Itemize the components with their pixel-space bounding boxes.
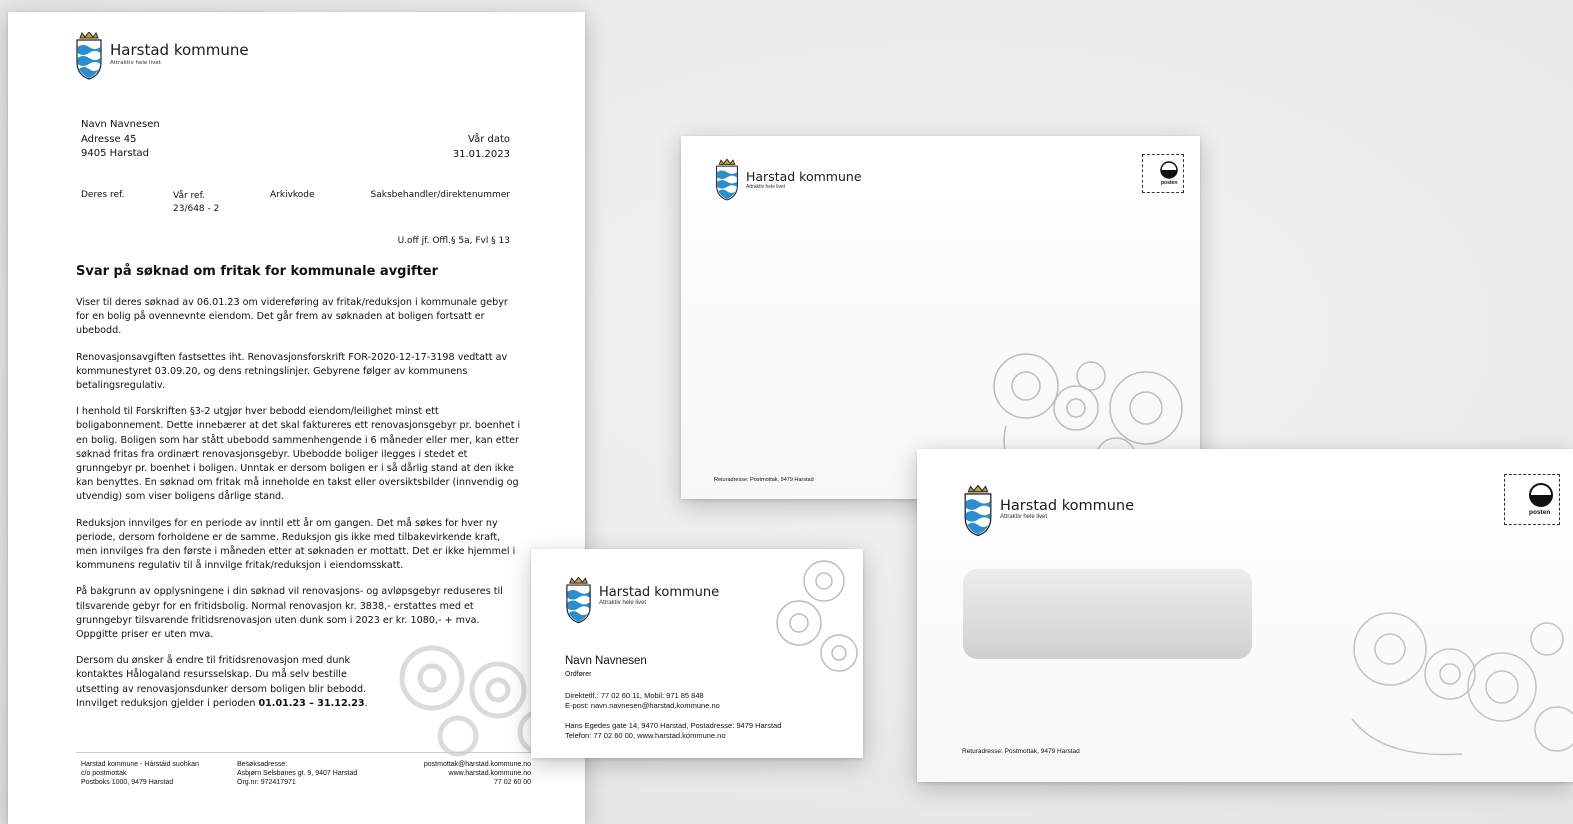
posten-logo-icon: [1160, 161, 1178, 179]
return-address: Returadresse: Postmottak, 9479 Harstad: [962, 748, 1080, 755]
recipient-name: Navn Navnesen: [81, 119, 160, 130]
envelope-small: Harstad kommune Attraktiv hele livet pos…: [681, 136, 1200, 499]
uoff-note: U.off jf. Offl.§ 5a, Fvl § 13: [397, 236, 510, 246]
footer-col-1: Harstad kommune - Hárstáid suohkan c/o p…: [81, 760, 199, 787]
footer-col-3: postmottak@harstad.kommune.no www.harsta…: [424, 760, 531, 787]
postage-stamp: posten: [1142, 154, 1184, 193]
footer-line: Asbjørn Selsbanes gt. 9, 9407 Harstad: [237, 770, 358, 777]
address-line: Hans Egedes gate 14, 9470 Harstad, Posta…: [565, 721, 782, 730]
footer-line: 77 02 60 00: [494, 779, 531, 786]
footer-line: Org.nr: 972417971: [237, 779, 296, 786]
brand-tagline: Attraktiv hele livet: [110, 60, 161, 66]
brand-name: Harstad kommune: [599, 585, 720, 600]
paragraph: Renovasjonsavgiften fastsettes iht. Reno…: [76, 351, 508, 392]
period-value: 01.01.23 – 31.12.23: [258, 697, 365, 709]
date-value: 31.01.2023: [452, 148, 510, 160]
person-name: Navn Navnesen: [565, 655, 647, 667]
recipient-address: Adresse 45: [81, 133, 137, 145]
posten-label: posten: [1161, 180, 1178, 186]
date-block: Vår dato 31.01.2023: [453, 133, 510, 162]
var-ref-label: Vår ref.: [173, 191, 205, 201]
email-line: E-post: navn.navnesen@harstad.kommune.no: [565, 700, 720, 710]
letter-logo: Harstad kommune Attraktiv hele livet: [74, 32, 249, 80]
footer-line: Besøksadresse:: [237, 761, 288, 768]
brand-name: Harstad kommune: [746, 169, 862, 184]
coat-of-arms-icon: [76, 32, 102, 80]
paragraph: Dersom du ønsker å endre til fritidsreno…: [76, 654, 368, 711]
postage-stamp: posten: [1504, 474, 1560, 525]
coat-of-arms-icon: [964, 485, 992, 537]
footer-line: postmottak@harstad.kommune.no: [423, 761, 531, 768]
posten-label: posten: [1529, 509, 1551, 516]
coat-of-arms-icon: [716, 158, 738, 201]
envelope-small-logo: Harstad kommune Attraktiv hele livet: [714, 158, 862, 202]
deres-ref-label: Deres ref.: [81, 190, 125, 200]
return-address: Returadresse: Postmottak, 9479 Harstad: [714, 477, 814, 483]
business-card: Harstad kommune Attraktiv hele livet Nav…: [531, 549, 863, 758]
brand-tagline: Attraktiv hele livet: [1000, 514, 1048, 520]
var-ref-value: 23/648 - 2: [173, 204, 220, 214]
address-window: [963, 569, 1252, 659]
period-suffix: .: [364, 697, 368, 709]
contact-block: Direktetlf.: 77 02 60 11, Mobil: 971 85 …: [565, 691, 720, 710]
footer-line: Postboks 1000, 9479 Harstad: [81, 779, 174, 786]
coat-of-arms-icon: [566, 577, 591, 624]
phone-web-line: Telefon: 77 02 60 00, www.harstad.kommun…: [565, 730, 726, 740]
period-prefix: Innvilget reduksjon gjelder i perioden: [76, 697, 259, 709]
brand-tagline: Attraktiv hele livet: [746, 184, 786, 190]
recipient-postal: 9405 Harstad: [81, 148, 149, 159]
phone-line: Direktetlf.: 77 02 60 11, Mobil: 971 85 …: [565, 691, 704, 700]
gears-decoration: [1351, 612, 1573, 756]
paragraph: I henhold til Forskriften §3-2 utgjør hv…: [76, 406, 521, 503]
footer-col-2: Besøksadresse: Asbjørn Selsbanes gt. 9, …: [237, 760, 357, 787]
address-block: Hans Egedes gate 14, 9470 Harstad, Posta…: [565, 721, 781, 740]
envelope-large-logo: Harstad kommune Attraktiv hele livet: [962, 485, 1134, 537]
letter-sheet: Harstad kommune Attraktiv hele livet Nav…: [8, 12, 585, 824]
brand-tagline: Attraktiv hele livet: [599, 600, 647, 606]
date-label: Vår dato: [468, 134, 510, 145]
var-ref: Vår ref. 23/648 - 2: [173, 190, 219, 216]
paragraph: Reduksjon innvilges for en periode av in…: [76, 517, 516, 572]
gears-decoration: [776, 560, 858, 672]
footer-line: c/o postmottak: [81, 770, 127, 777]
paragraph-text: Dersom du ønsker å endre til fritidsreno…: [76, 655, 367, 695]
paragraph: Viser til deres søknad av 06.01.23 om vi…: [76, 297, 508, 337]
footer-line: Harstad kommune - Hárstáid suohkan: [81, 761, 199, 768]
posten-logo-icon: [1529, 483, 1553, 507]
footer-line: www.harstad.kommune.no: [448, 770, 531, 777]
saksbehandler-label: Saksbehandler/direktenummer: [370, 190, 511, 200]
letter-title: Svar på søknad om fritak for kommunale a…: [76, 264, 439, 279]
arkivkode-label: Arkivkode: [270, 190, 315, 200]
brand-name: Harstad kommune: [110, 41, 249, 59]
person-role: Ordfører: [565, 671, 592, 678]
footer-divider: [76, 752, 531, 753]
brand-name: Harstad kommune: [1000, 498, 1134, 514]
business-card-logo: Harstad kommune Attraktiv hele livet: [564, 577, 719, 624]
envelope-large: Harstad kommune Attraktiv hele livet pos…: [917, 449, 1573, 782]
recipient-block: Navn Navnesen Adresse 45 9405 Harstad: [81, 118, 160, 162]
